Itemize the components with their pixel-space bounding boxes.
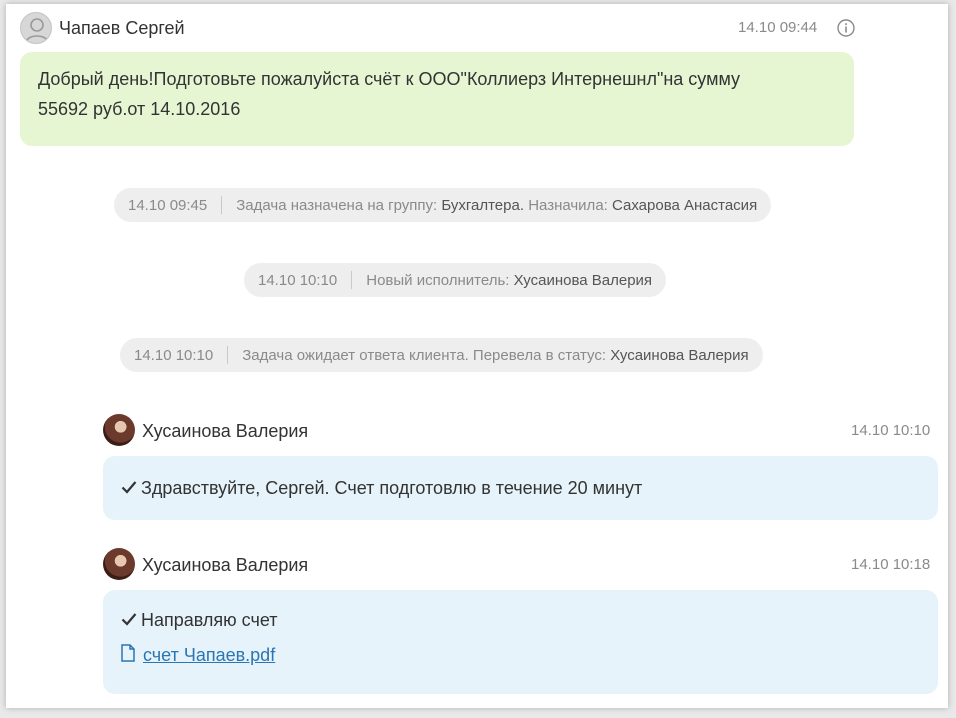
- message-time: 14.10 10:18: [851, 556, 931, 573]
- divider: [351, 271, 353, 289]
- check-icon: [121, 605, 141, 635]
- event-pill: 14.10 10:10 Задача ожидает ответа клиент…: [120, 338, 763, 372]
- message-author: Хусаинова Валерия: [142, 555, 309, 575]
- check-icon: [121, 473, 141, 503]
- attachment-link[interactable]: счет Чапаев.pdf: [143, 645, 275, 666]
- event-time: 14.10 10:10: [258, 271, 338, 289]
- message-text-line: 55692 руб.от 14.10.2016: [38, 99, 241, 119]
- message-time: 14.10 09:44: [738, 19, 818, 36]
- event-text: Назначила:: [528, 196, 608, 214]
- chat-window: Чапаев Сергей 14.10 09:44 Добрый день!По…: [6, 4, 948, 708]
- message-time: 14.10 10:10: [851, 422, 931, 439]
- attachment[interactable]: счет Чапаев.pdf: [121, 644, 275, 667]
- message-text: Направляю счет: [141, 610, 278, 630]
- agent-message-bubble: Здравствуйте, Сергей. Счет подготовлю в …: [103, 456, 938, 520]
- event-time: 14.10 10:10: [134, 346, 214, 364]
- event-time: 14.10 09:45: [128, 196, 208, 214]
- event-value: Хусаинова Валерия: [610, 346, 749, 364]
- user-silhouette-icon: [25, 18, 49, 43]
- message-line: Здравствуйте, Сергей. Счет подготовлю в …: [121, 473, 642, 503]
- user-avatar-icon[interactable]: [20, 12, 52, 44]
- event-value: Сахарова Анастасия: [612, 196, 758, 214]
- event-text: Задача ожидает ответа клиента. Перевела …: [242, 346, 607, 364]
- message-text-line: Добрый день!Подготовьте пожалуйста счёт …: [38, 69, 741, 89]
- info-icon[interactable]: [836, 18, 856, 38]
- file-icon: [121, 644, 143, 667]
- event-pill: 14.10 09:45 Задача назначена на группу: …: [114, 188, 772, 222]
- message-author: Чапаев Сергей: [59, 18, 185, 38]
- divider: [221, 196, 223, 214]
- event-pill: 14.10 10:10 Новый исполнитель: Хусаинова…: [244, 263, 667, 297]
- event-text: Новый исполнитель:: [366, 271, 510, 289]
- agent-message-bubble: Направляю счет счет Чапаев.pdf: [103, 590, 938, 694]
- event-value: Бухгалтера.: [441, 196, 525, 214]
- message-line: Направляю счет: [121, 605, 278, 635]
- agent-avatar[interactable]: [103, 548, 135, 580]
- divider: [227, 346, 229, 364]
- event-value: Хусаинова Валерия: [513, 271, 653, 289]
- client-message-bubble: Добрый день!Подготовьте пожалуйста счёт …: [20, 52, 854, 146]
- message-author: Хусаинова Валерия: [142, 421, 309, 441]
- message-text: Здравствуйте, Сергей. Счет подготовлю в …: [141, 478, 643, 498]
- event-text: Задача назначена на группу:: [236, 196, 438, 214]
- agent-avatar[interactable]: [103, 414, 135, 446]
